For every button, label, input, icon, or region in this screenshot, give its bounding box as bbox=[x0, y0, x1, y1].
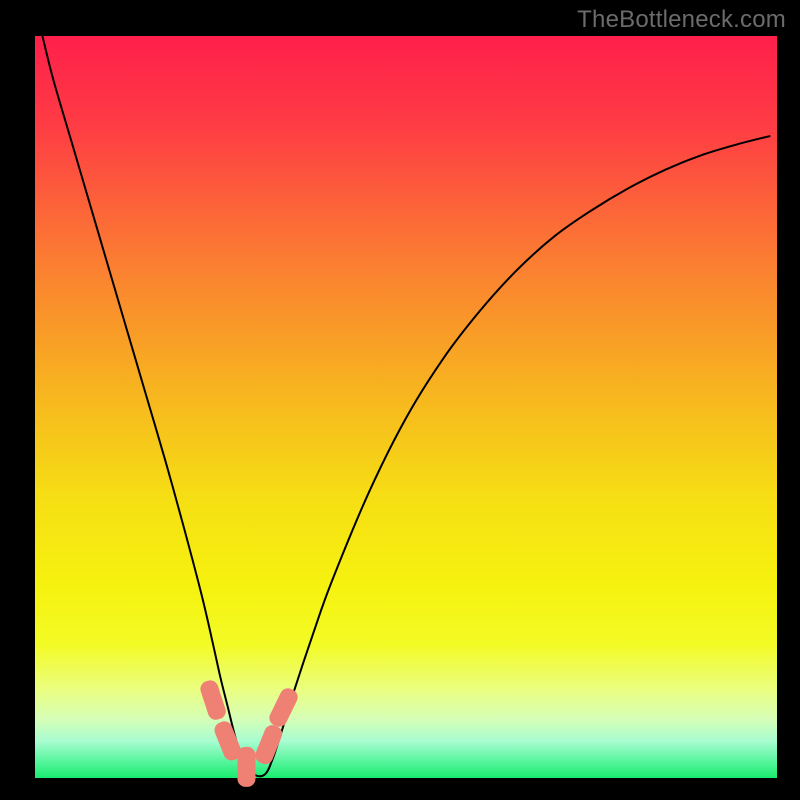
watermark-text: TheBottleneck.com bbox=[577, 6, 786, 34]
curve-marker bbox=[237, 747, 255, 787]
bottleneck-chart bbox=[0, 0, 800, 800]
chart-plot-area bbox=[35, 36, 777, 778]
